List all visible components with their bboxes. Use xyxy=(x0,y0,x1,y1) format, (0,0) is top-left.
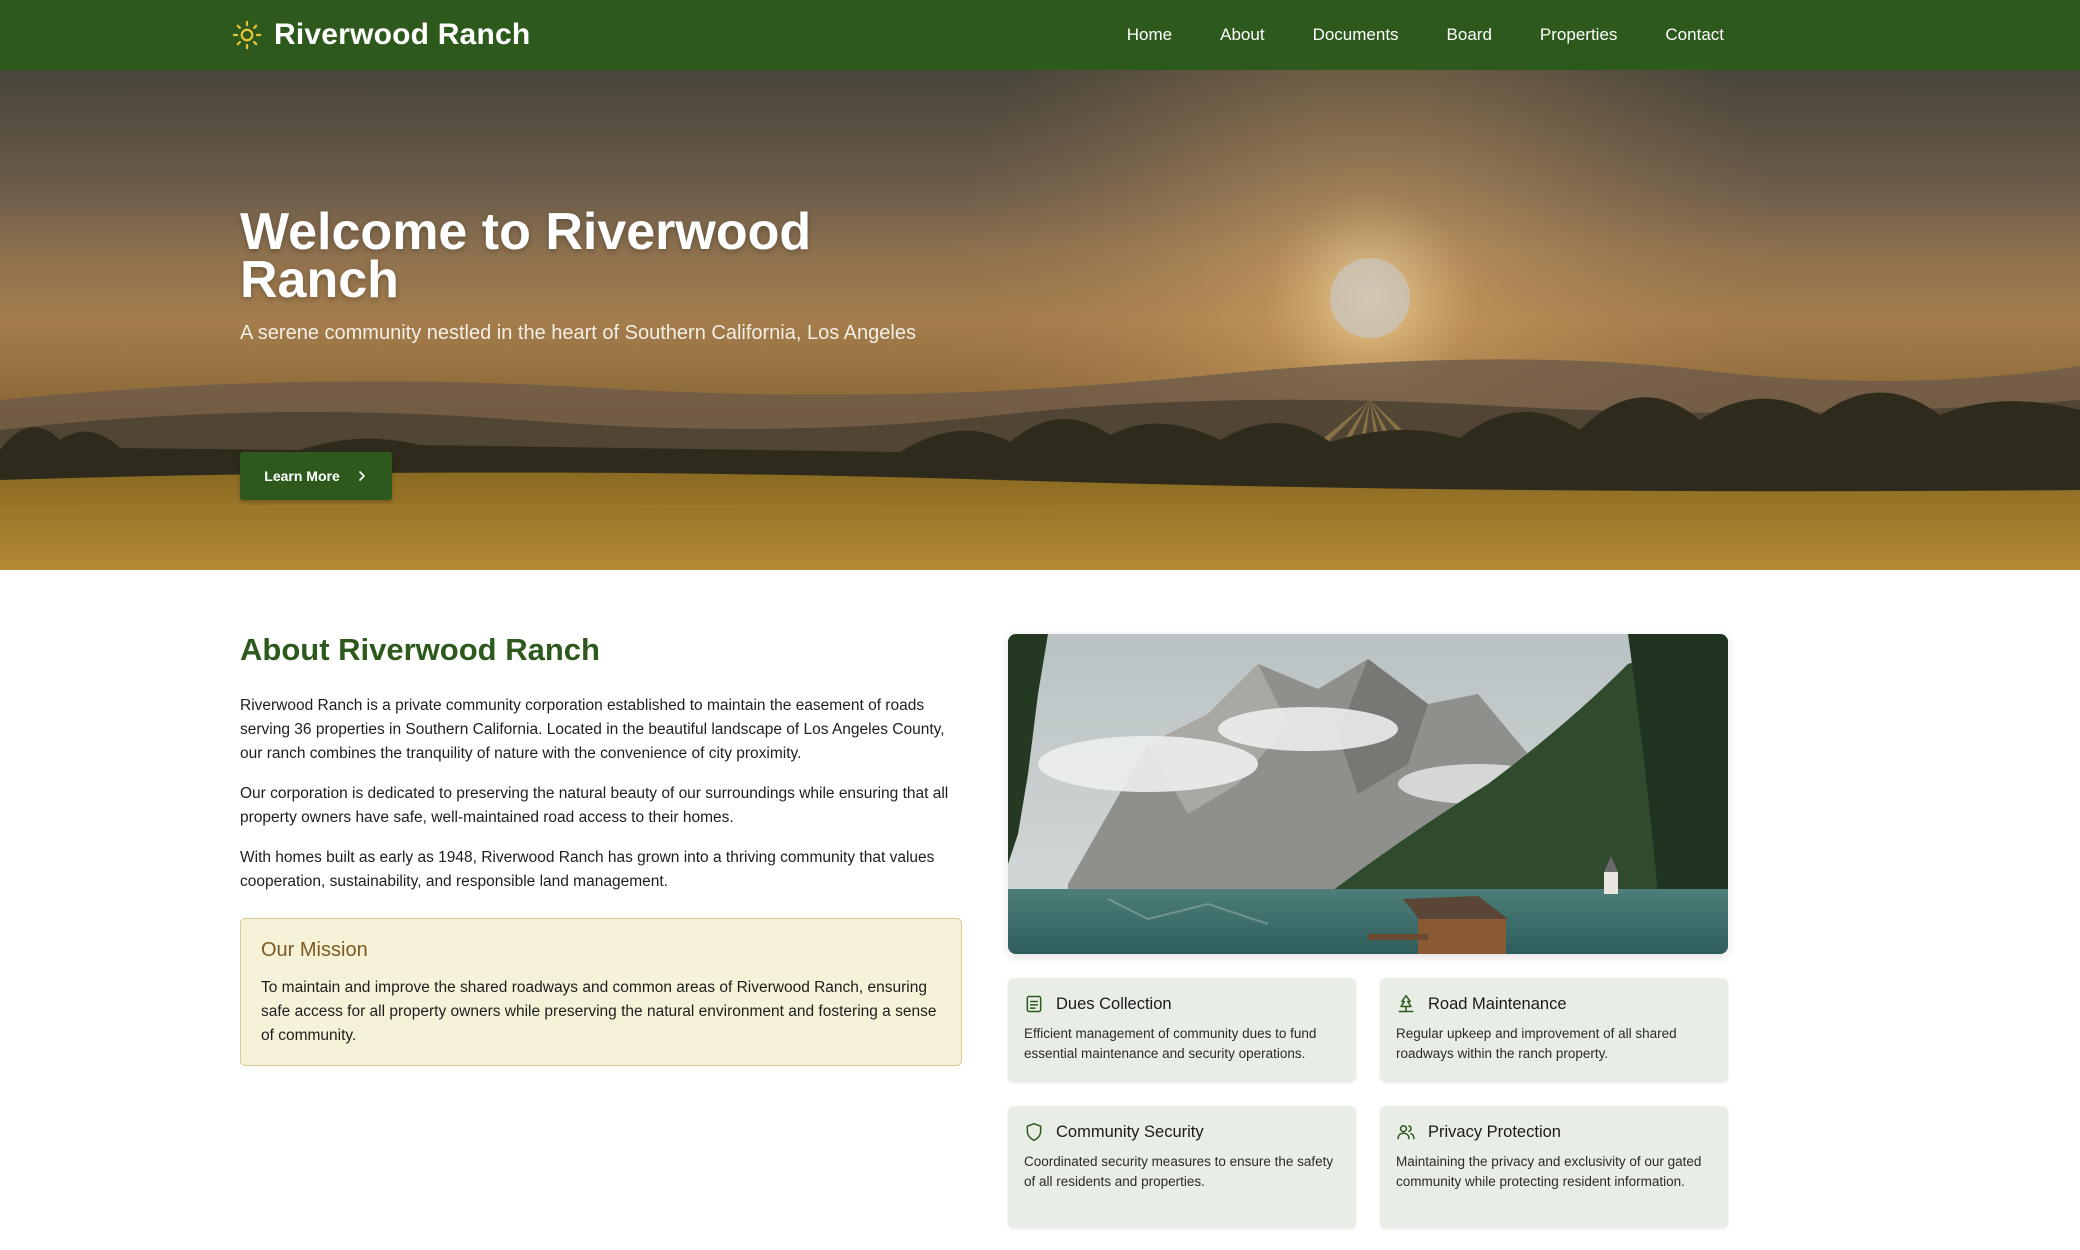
nav-link-contact[interactable]: Contact xyxy=(1665,25,1724,45)
about-title: About Riverwood Ranch xyxy=(240,632,600,667)
card-description: Coordinated security measures to ensure … xyxy=(1024,1154,1334,1189)
feature-card-community-security: Community Security Coordinated security … xyxy=(1008,1106,1356,1228)
tree-icon xyxy=(1398,994,1414,1013)
hero-title: Welcome to Riverwood Ranch xyxy=(240,203,812,309)
learn-more-button[interactable]: Learn More xyxy=(240,452,392,500)
card-header: Community Security xyxy=(1024,1122,1340,1142)
shield-icon xyxy=(1026,1122,1042,1142)
top-navbar: Riverwood Ranch Home About Documents Boa… xyxy=(0,0,2080,70)
hero-subtitle: A serene community nestled in the heart … xyxy=(240,322,916,344)
mountain-lake-photo xyxy=(1008,634,1728,954)
users-icon xyxy=(1397,1125,1415,1140)
document-icon xyxy=(1026,995,1042,1013)
card-description: Regular upkeep and improvement of all sh… xyxy=(1396,1026,1677,1061)
chevron-right-icon xyxy=(356,470,368,482)
card-title: Privacy Protection xyxy=(1428,1122,1561,1141)
card-header: Dues Collection xyxy=(1024,994,1340,1014)
about-paragraph-3: With homes built as early as 1948, River… xyxy=(240,849,935,890)
about-paragraph-1: Riverwood Ranch is a private community c… xyxy=(240,697,945,762)
about-paragraph-2: Our corporation is dedicated to preservi… xyxy=(240,785,949,826)
nav-link-board[interactable]: Board xyxy=(1447,25,1492,45)
hero-content: Welcome to Riverwood Ranch A serene comm… xyxy=(240,203,1140,500)
brand-logo[interactable]: Riverwood Ranch xyxy=(232,0,530,70)
nav-link-documents[interactable]: Documents xyxy=(1313,25,1399,45)
card-description: Efficient management of community dues t… xyxy=(1024,1026,1317,1061)
mountain-lake-image xyxy=(1008,634,1728,954)
card-title: Community Security xyxy=(1056,1122,1204,1141)
card-header: Road Maintenance xyxy=(1396,994,1712,1014)
card-header: Privacy Protection xyxy=(1396,1122,1712,1142)
mission-title: Our Mission xyxy=(261,939,368,961)
nav-link-home[interactable]: Home xyxy=(1127,25,1172,45)
main-nav: Home About Documents Board Properties Co… xyxy=(1127,0,1724,70)
feature-card-privacy-protection: Privacy Protection Maintaining the priva… xyxy=(1380,1106,1728,1228)
card-title: Road Maintenance xyxy=(1428,994,1567,1013)
mission-box: Our Mission To maintain and improve the … xyxy=(240,918,962,1066)
nav-link-properties[interactable]: Properties xyxy=(1540,25,1617,45)
brand-name: Riverwood Ranch xyxy=(274,18,531,51)
nav-link-about[interactable]: About xyxy=(1220,25,1264,45)
feature-card-dues-collection: Dues Collection Efficient management of … xyxy=(1008,978,1356,1082)
mission-text: To maintain and improve the shared roadw… xyxy=(261,979,937,1044)
card-description: Maintaining the privacy and exclusivity … xyxy=(1396,1154,1702,1189)
about-text: Riverwood Ranch is a private community c… xyxy=(240,694,962,910)
hero-banner: Welcome to Riverwood Ranch A serene comm… xyxy=(0,70,2080,570)
card-title: Dues Collection xyxy=(1056,994,1172,1013)
learn-more-label: Learn More xyxy=(264,468,340,484)
feature-card-road-maintenance: Road Maintenance Regular upkeep and impr… xyxy=(1380,978,1728,1082)
sun-icon xyxy=(232,20,262,50)
